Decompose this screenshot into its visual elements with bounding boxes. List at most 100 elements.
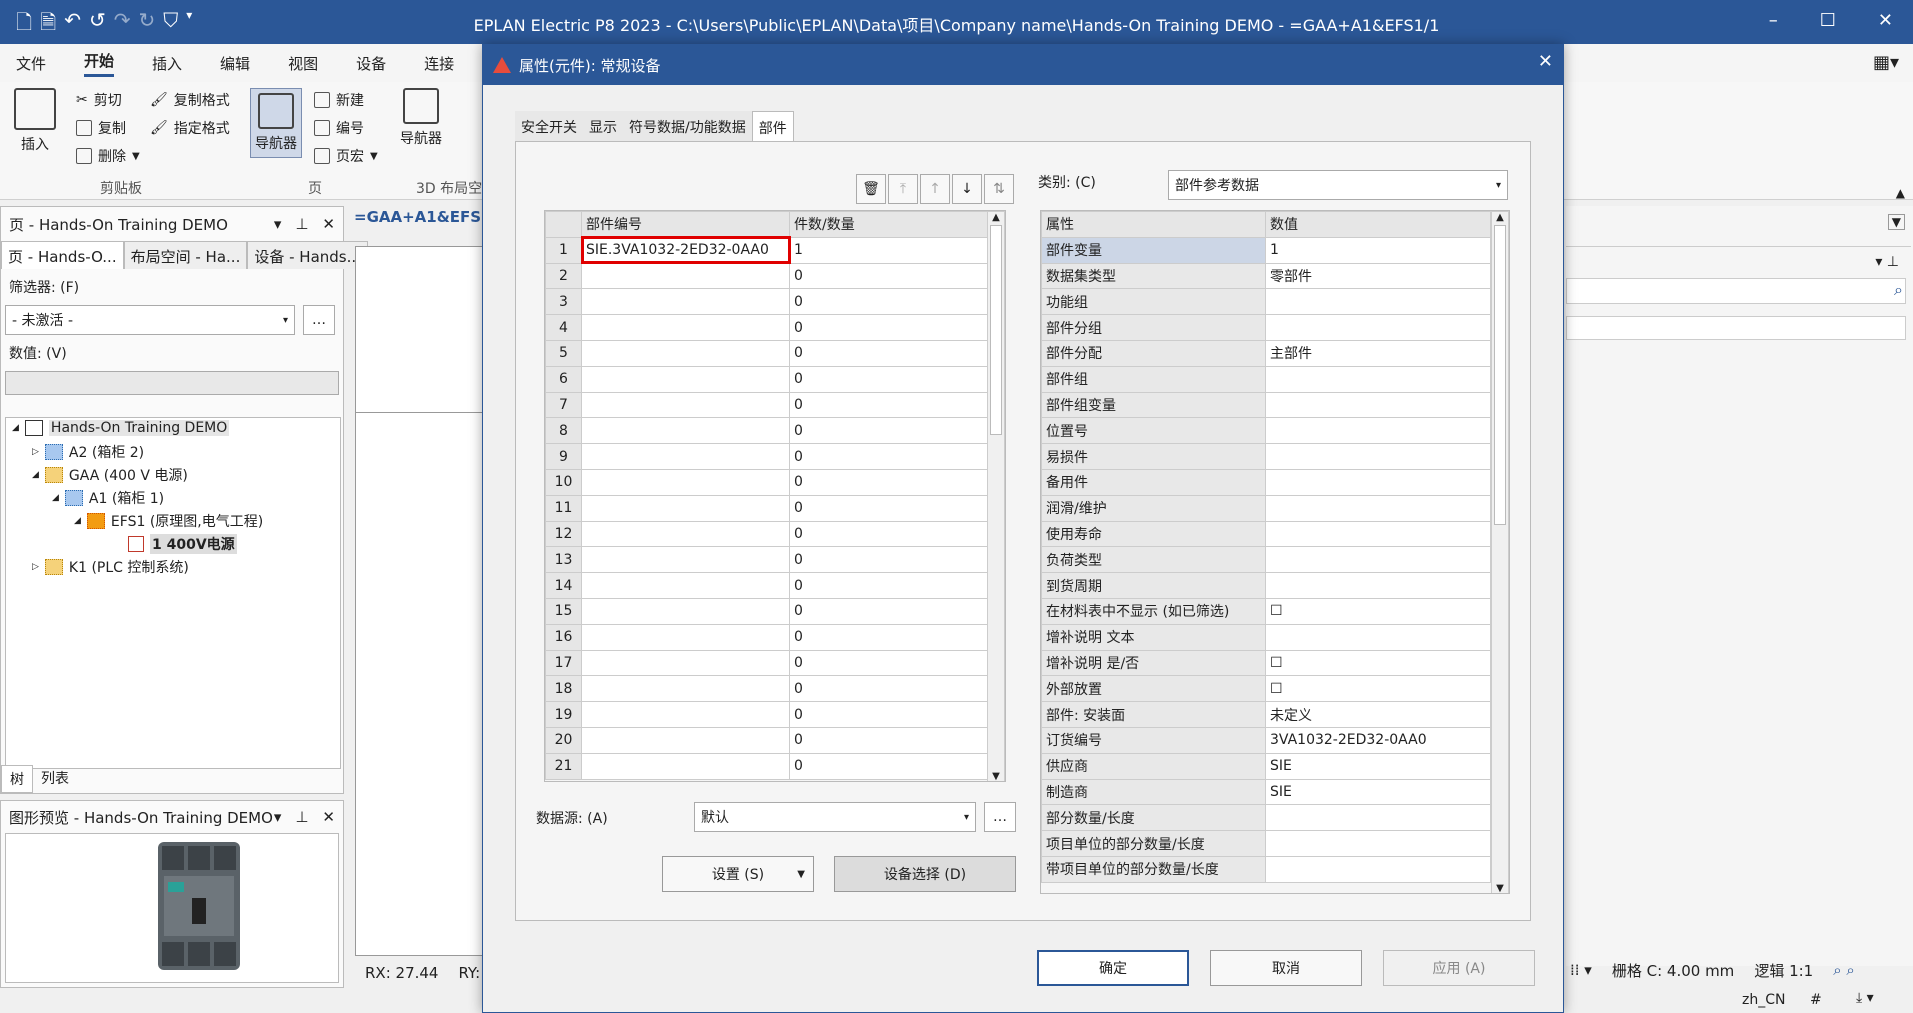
property-value-cell[interactable]: 零部件 — [1265, 262, 1491, 290]
part-number-cell[interactable] — [581, 701, 790, 728]
device-select-button[interactable]: 设备选择 (D) — [834, 856, 1016, 892]
tab-connect[interactable]: 连接 — [424, 53, 454, 74]
quantity-cell[interactable]: 0 — [789, 701, 999, 728]
tree-node-page-1[interactable]: 1 400V电源 — [128, 534, 237, 554]
tab-symbol-data[interactable]: 符号数据/功能数据 — [623, 111, 752, 144]
quantity-cell[interactable]: 0 — [789, 546, 999, 574]
quantity-cell[interactable]: 0 — [789, 443, 999, 470]
tab-display[interactable]: 显示 — [583, 111, 623, 144]
quantity-cell[interactable]: 0 — [789, 468, 999, 496]
copy-format-button[interactable]: 🖌 复制格式 — [150, 90, 230, 110]
property-value-cell[interactable] — [1265, 365, 1491, 393]
property-value-cell[interactable]: 主部件 — [1265, 339, 1491, 367]
copy-button[interactable]: 复制 — [76, 118, 126, 138]
property-row[interactable]: 使用寿命 — [1041, 520, 1491, 548]
part-number-cell[interactable] — [581, 649, 790, 677]
quantity-cell[interactable]: 0 — [789, 365, 999, 393]
property-value-cell[interactable] — [1265, 391, 1491, 419]
value-input[interactable] — [5, 371, 339, 395]
cut-button[interactable]: ✂ 剪切 — [76, 90, 122, 110]
parts-scrollbar[interactable]: ▲ ▼ — [987, 211, 1005, 781]
delete-button[interactable]: 删除 ▼ — [76, 146, 140, 166]
property-value-cell[interactable]: SIE — [1265, 752, 1491, 780]
chevron-down-icon[interactable]: ▾ — [274, 808, 282, 826]
property-row[interactable]: 增补说明 文本 — [1041, 623, 1491, 651]
table-row[interactable]: 60 — [545, 365, 999, 393]
tab-tree[interactable]: 树 — [1, 765, 33, 793]
close-icon[interactable]: ✕ — [1878, 10, 1893, 31]
part-number-cell[interactable] — [581, 262, 790, 290]
apply-button[interactable]: 应用 (A) — [1383, 950, 1535, 986]
pin-icon[interactable]: ⊥ — [295, 808, 308, 826]
panel-pin-controls[interactable]: ▾ ⊥ — [1875, 254, 1899, 270]
tree-node-k1[interactable]: ▷ K1 (PLC 控制系统) — [32, 557, 189, 577]
close-icon[interactable]: ✕ — [322, 215, 335, 233]
quantity-cell[interactable]: 0 — [789, 675, 999, 703]
property-row[interactable]: 外部放置 ☐ — [1041, 675, 1491, 703]
property-row[interactable]: 功能组 — [1041, 288, 1491, 316]
tree-node-gaa[interactable]: ◢ GAA (400 V 电源) — [32, 465, 188, 485]
property-row[interactable]: 部件组变量 — [1041, 391, 1491, 419]
property-value-cell[interactable] — [1265, 494, 1491, 522]
download-icon[interactable]: ⤓ ▾ — [1856, 990, 1874, 1006]
table-row[interactable]: 80 — [545, 417, 999, 445]
property-value-cell[interactable] — [1265, 468, 1491, 496]
table-row[interactable]: 30 — [545, 288, 999, 316]
property-value-cell[interactable] — [1265, 288, 1491, 316]
search-icon[interactable]: ⌕ — [1894, 280, 1903, 300]
part-number-cell[interactable] — [581, 314, 790, 341]
datasource-select[interactable]: 默认 ▾ — [694, 802, 976, 832]
property-row[interactable]: 项目单位的部分数量/长度 — [1041, 830, 1491, 857]
property-value-cell[interactable] — [1265, 855, 1491, 883]
table-row[interactable]: 50 — [545, 339, 999, 367]
property-value-cell[interactable]: SIE — [1265, 778, 1491, 806]
quantity-cell[interactable]: 0 — [789, 494, 999, 522]
property-row[interactable]: 负荷类型 — [1041, 546, 1491, 574]
property-value-cell[interactable]: 1 — [1265, 236, 1491, 264]
part-number-cell[interactable] — [581, 597, 790, 625]
table-row[interactable]: 14 0 — [545, 572, 999, 599]
table-row[interactable]: 11 0 — [545, 494, 999, 522]
property-row[interactable]: 带项目单位的部分数量/长度 — [1041, 855, 1491, 883]
part-number-cell[interactable] — [581, 365, 790, 393]
properties-scrollbar[interactable]: ▲ ▼ — [1491, 211, 1509, 893]
quantity-cell[interactable]: 0 — [789, 597, 999, 625]
navigator-button[interactable]: 导航器 — [250, 88, 302, 158]
property-row[interactable]: 供应商 SIE — [1041, 752, 1491, 780]
insert-button[interactable]: 插入 — [14, 88, 56, 154]
property-row[interactable]: 订货编号 3VA1032-2ED32-0AA0 — [1041, 726, 1491, 754]
table-row[interactable]: 20 0 — [545, 726, 999, 754]
property-value-cell[interactable] — [1265, 546, 1491, 574]
close-icon[interactable]: ✕ — [1538, 51, 1553, 72]
table-row[interactable]: 21 0 — [545, 752, 999, 780]
delete-row-icon[interactable]: 🗑 — [856, 174, 886, 204]
property-value-cell[interactable]: ☐ — [1265, 597, 1491, 625]
part-number-cell[interactable] — [581, 288, 790, 316]
property-row[interactable]: 位置号 — [1041, 417, 1491, 445]
part-number-cell[interactable] — [581, 546, 790, 574]
property-value-cell[interactable] — [1265, 830, 1491, 857]
move-up-icon[interactable]: ↑ — [920, 174, 950, 204]
quantity-cell[interactable]: 0 — [789, 572, 999, 599]
cancel-button[interactable]: 取消 — [1210, 950, 1362, 986]
tree-node-a1[interactable]: ◢ A1 (箱柜 1) — [52, 488, 164, 508]
ribbon-options-icon[interactable]: ▦▾ — [1873, 52, 1899, 73]
close-icon[interactable]: ✕ — [322, 808, 335, 826]
quantity-cell[interactable]: 0 — [789, 288, 999, 316]
tab-edit[interactable]: 编辑 — [220, 53, 250, 74]
table-row[interactable]: 40 — [545, 314, 999, 341]
part-number-cell[interactable] — [581, 572, 790, 599]
property-row[interactable]: 部件分组 — [1041, 314, 1491, 341]
table-row[interactable]: 1 SIE.3VA1032-2ED32-0AA0 1 — [545, 236, 999, 265]
quantity-cell[interactable]: 1 — [789, 236, 999, 264]
table-row[interactable]: 19 0 — [545, 701, 999, 728]
filter-more-button[interactable]: … — [303, 305, 335, 335]
property-value-cell[interactable] — [1265, 443, 1491, 470]
quantity-cell[interactable]: 0 — [789, 417, 999, 445]
drawing-canvas[interactable] — [355, 246, 496, 956]
tree-node-project[interactable]: ◢ Hands-On Training DEMO — [12, 420, 230, 436]
property-row[interactable]: 易损件 — [1041, 443, 1491, 470]
part-number-cell[interactable]: SIE.3VA1032-2ED32-0AA0 — [580, 236, 791, 265]
tab-file[interactable]: 文件 — [16, 53, 46, 74]
quantity-cell[interactable]: 0 — [789, 623, 999, 651]
